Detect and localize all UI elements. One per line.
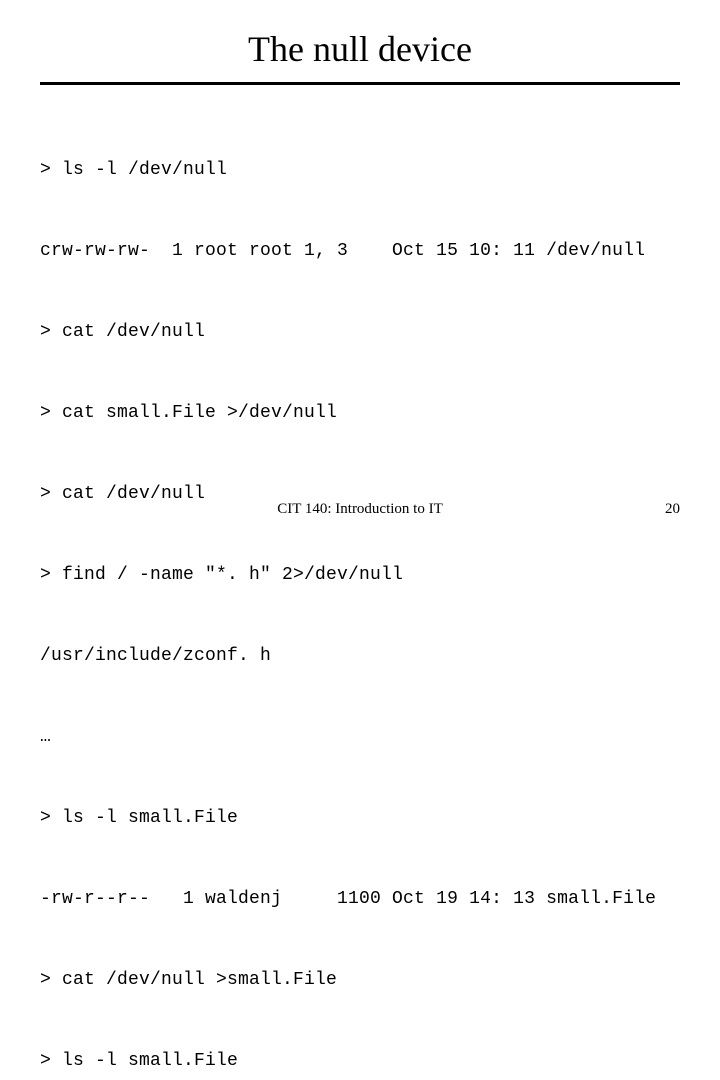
slide: The null device > ls -l /dev/null crw-rw…	[0, 0, 720, 540]
terminal-line: > cat /dev/null >small.File	[40, 967, 680, 994]
footer-course: CIT 140: Introduction to IT	[80, 501, 640, 518]
terminal-line: -rw-r--r-- 1 waldenj 1100 Oct 19 14: 13 …	[40, 886, 680, 913]
terminal-line: > ls -l small.File	[40, 1048, 680, 1075]
terminal-line: …	[40, 724, 680, 751]
terminal-line: /usr/include/zconf. h	[40, 643, 680, 670]
terminal-line: > find / -name "*. h" 2>/dev/null	[40, 562, 680, 589]
title-underline	[40, 82, 680, 85]
terminal-line: crw-rw-rw- 1 root root 1, 3 Oct 15 10: 1…	[40, 238, 680, 265]
terminal-line: > ls -l small.File	[40, 805, 680, 832]
slide-title: The null device	[40, 20, 680, 82]
footer-page-number: 20	[640, 501, 680, 518]
slide-footer: CIT 140: Introduction to IT 20	[0, 501, 720, 518]
terminal-line: > cat small.File >/dev/null	[40, 400, 680, 427]
terminal-output-block: > ls -l /dev/null crw-rw-rw- 1 root root…	[40, 103, 680, 1080]
terminal-line: > ls -l /dev/null	[40, 157, 680, 184]
terminal-line: > cat /dev/null	[40, 319, 680, 346]
